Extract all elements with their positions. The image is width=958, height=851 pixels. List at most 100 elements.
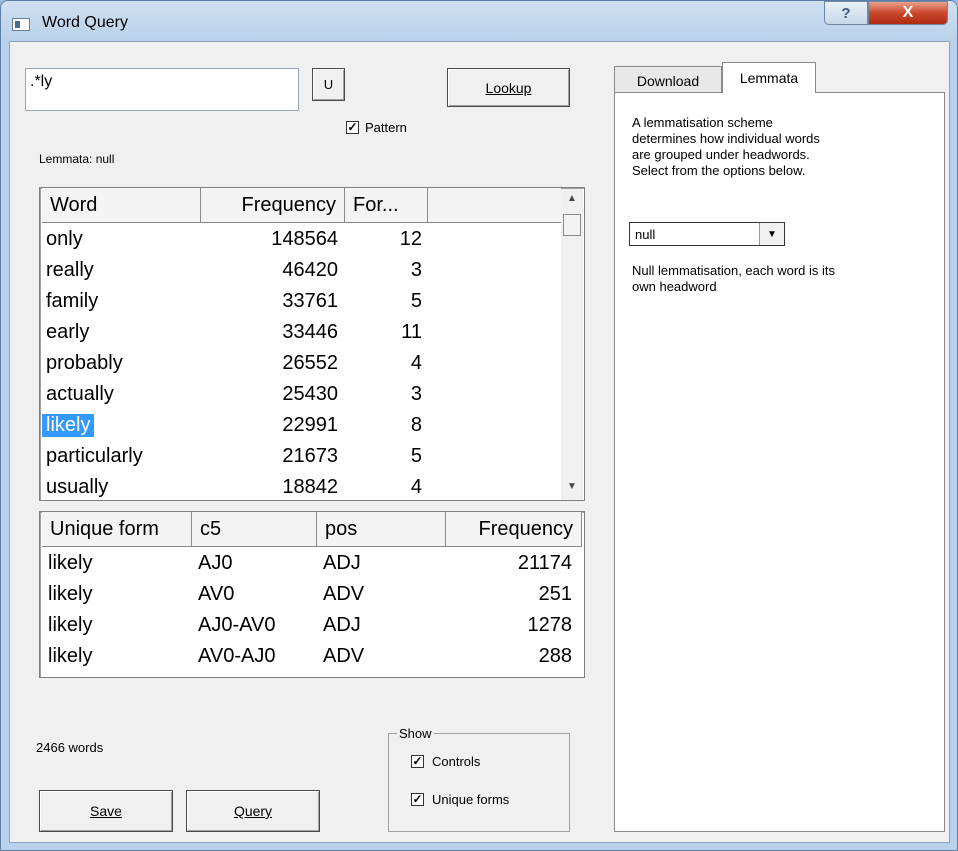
lemmata-label: Lemmata: null xyxy=(39,152,115,166)
frequency-cell: 26552 xyxy=(282,352,338,374)
u-button-label: U xyxy=(323,77,334,92)
dropdown-arrow-icon[interactable]: ▼ xyxy=(759,223,784,245)
column-header-empty[interactable] xyxy=(428,188,562,223)
word-table-scrollbar[interactable]: ▲ ▼ xyxy=(561,189,583,500)
frequency-cell: 25430 xyxy=(282,383,338,405)
app-icon xyxy=(12,18,30,31)
unique-form-cell[interactable]: likely xyxy=(48,552,92,575)
word-count: 2466 words xyxy=(36,740,104,755)
scheme-select[interactable]: null ▼ xyxy=(629,222,785,246)
form-frequency-cell: 288 xyxy=(538,645,572,667)
forms-count-cell: 5 xyxy=(410,290,422,312)
frequency-cell: 46420 xyxy=(282,259,338,281)
forms-count-cell: 5 xyxy=(410,445,422,467)
c5-cell: AJ0-AV0 xyxy=(198,614,276,636)
controls-checkbox-label: Controls xyxy=(432,754,481,769)
scrollbar-thumb[interactable] xyxy=(563,214,581,236)
unique-forms-checkbox[interactable]: ✓ xyxy=(411,793,424,806)
c5-cell: AV0-AJ0 xyxy=(198,645,276,667)
column-header-form-frequency[interactable]: Frequency xyxy=(446,512,582,547)
c5-cell: AV0 xyxy=(198,583,235,605)
forms-count-cell: 3 xyxy=(410,383,422,405)
query-button-label: Query xyxy=(233,803,273,819)
form-frequency-cell: 21174 xyxy=(517,552,572,574)
description-line: are grouped under headwords. xyxy=(632,147,810,162)
scheme-note-line: own headword xyxy=(632,279,717,294)
pattern-input-value: .*ly xyxy=(30,73,53,90)
word-cell[interactable]: early xyxy=(46,321,89,344)
scheme-note: Null lemmatisation, each word is its own… xyxy=(632,263,932,295)
unique-forms-checkbox-label: Unique forms xyxy=(432,792,510,807)
column-header-frequency[interactable]: Frequency xyxy=(201,188,345,223)
form-frequency-cell: 1278 xyxy=(527,614,573,636)
pos-cell: ADV xyxy=(323,583,365,605)
c5-cell: AJ0 xyxy=(198,552,233,574)
column-header-forms[interactable]: For... xyxy=(345,188,428,223)
forms-count-cell: 11 xyxy=(401,321,422,343)
word-cell[interactable]: probably xyxy=(46,352,123,375)
show-group-legend: Show xyxy=(399,726,432,741)
window-frame: Word Query ? X .*ly U Lookup ✓ Pattern L… xyxy=(0,0,958,851)
column-header-word[interactable]: Word xyxy=(42,188,201,223)
dialog-client: .*ly U Lookup ✓ Pattern Lemmata: null Wo… xyxy=(9,41,950,843)
frequency-cell: 33446 xyxy=(282,321,338,343)
column-header-unique-form[interactable]: Unique form xyxy=(42,512,192,547)
tab-download-label: Download xyxy=(636,72,700,89)
word-table: Word Frequency For... only 148564 12 really… xyxy=(39,187,585,501)
scheme-note-line: Null lemmatisation, each word is its xyxy=(632,263,836,278)
tab-lemmata[interactable]: Lemmata xyxy=(722,62,816,93)
pattern-checkbox-label: Pattern xyxy=(365,120,407,135)
lookup-button-label: Lookup xyxy=(485,79,532,96)
help-icon: ? xyxy=(841,4,851,22)
description-line: A lemmatisation scheme xyxy=(632,115,773,130)
pattern-checkbox[interactable]: ✓ xyxy=(346,121,359,134)
frequency-cell: 18842 xyxy=(282,476,338,498)
forms-count-cell: 4 xyxy=(410,476,422,498)
window-title: Word Query xyxy=(42,14,128,31)
word-cell[interactable]: likely xyxy=(42,414,95,437)
frequency-cell: 148564 xyxy=(271,228,338,250)
word-cell[interactable]: usually xyxy=(46,476,108,499)
column-header-pos[interactable]: pos xyxy=(317,512,446,547)
close-icon: X xyxy=(902,4,914,21)
show-group: Show xyxy=(388,726,570,832)
pos-cell: ADJ xyxy=(323,552,361,574)
forms-count-cell: 3 xyxy=(410,259,422,281)
unique-form-cell[interactable]: likely xyxy=(48,583,92,606)
forms-count-cell: 4 xyxy=(410,352,422,374)
word-cell[interactable]: really xyxy=(46,259,94,282)
unique-form-cell[interactable]: likely xyxy=(48,614,92,637)
query-button[interactable]: Query xyxy=(186,790,320,832)
column-header-c5[interactable]: c5 xyxy=(192,512,317,547)
help-button[interactable]: ? xyxy=(824,1,868,25)
close-button[interactable]: X xyxy=(868,1,948,25)
scroll-down-icon[interactable]: ▼ xyxy=(567,481,577,492)
frequency-cell: 33761 xyxy=(282,290,338,312)
pattern-input[interactable]: .*ly xyxy=(25,68,299,111)
frequency-cell: 21673 xyxy=(282,445,338,467)
word-cell[interactable]: particularly xyxy=(46,445,143,468)
scroll-up-icon[interactable]: ▲ xyxy=(567,193,577,204)
word-cell[interactable]: actually xyxy=(46,383,114,406)
tab-download[interactable]: Download xyxy=(614,66,722,94)
checkbox-check-icon: ✓ xyxy=(412,792,423,806)
pos-cell: ADV xyxy=(323,645,365,667)
save-button[interactable]: Save xyxy=(39,790,173,832)
lemmata-description: A lemmatisation scheme determines how in… xyxy=(632,115,932,179)
word-cell[interactable]: only xyxy=(46,228,83,251)
title-bar[interactable]: Word Query ? X xyxy=(1,1,957,41)
u-button[interactable]: U xyxy=(312,68,345,101)
forms-table: Unique form c5 pos Frequency likely AJ0 AD… xyxy=(39,511,585,678)
frequency-cell: 22991 xyxy=(282,414,338,436)
checkbox-check-icon: ✓ xyxy=(347,120,358,134)
save-button-label: Save xyxy=(90,803,122,819)
lemmata-panel: A lemmatisation scheme determines how in… xyxy=(614,92,945,832)
lookup-button[interactable]: Lookup xyxy=(447,68,570,107)
word-cell[interactable]: family xyxy=(46,290,98,313)
scheme-select-value: null xyxy=(635,227,656,242)
controls-checkbox[interactable]: ✓ xyxy=(411,755,424,768)
tab-lemmata-label: Lemmata xyxy=(739,70,799,86)
unique-form-cell[interactable]: likely xyxy=(48,645,92,668)
forms-count-cell: 12 xyxy=(399,228,422,250)
form-frequency-cell: 251 xyxy=(538,583,572,605)
